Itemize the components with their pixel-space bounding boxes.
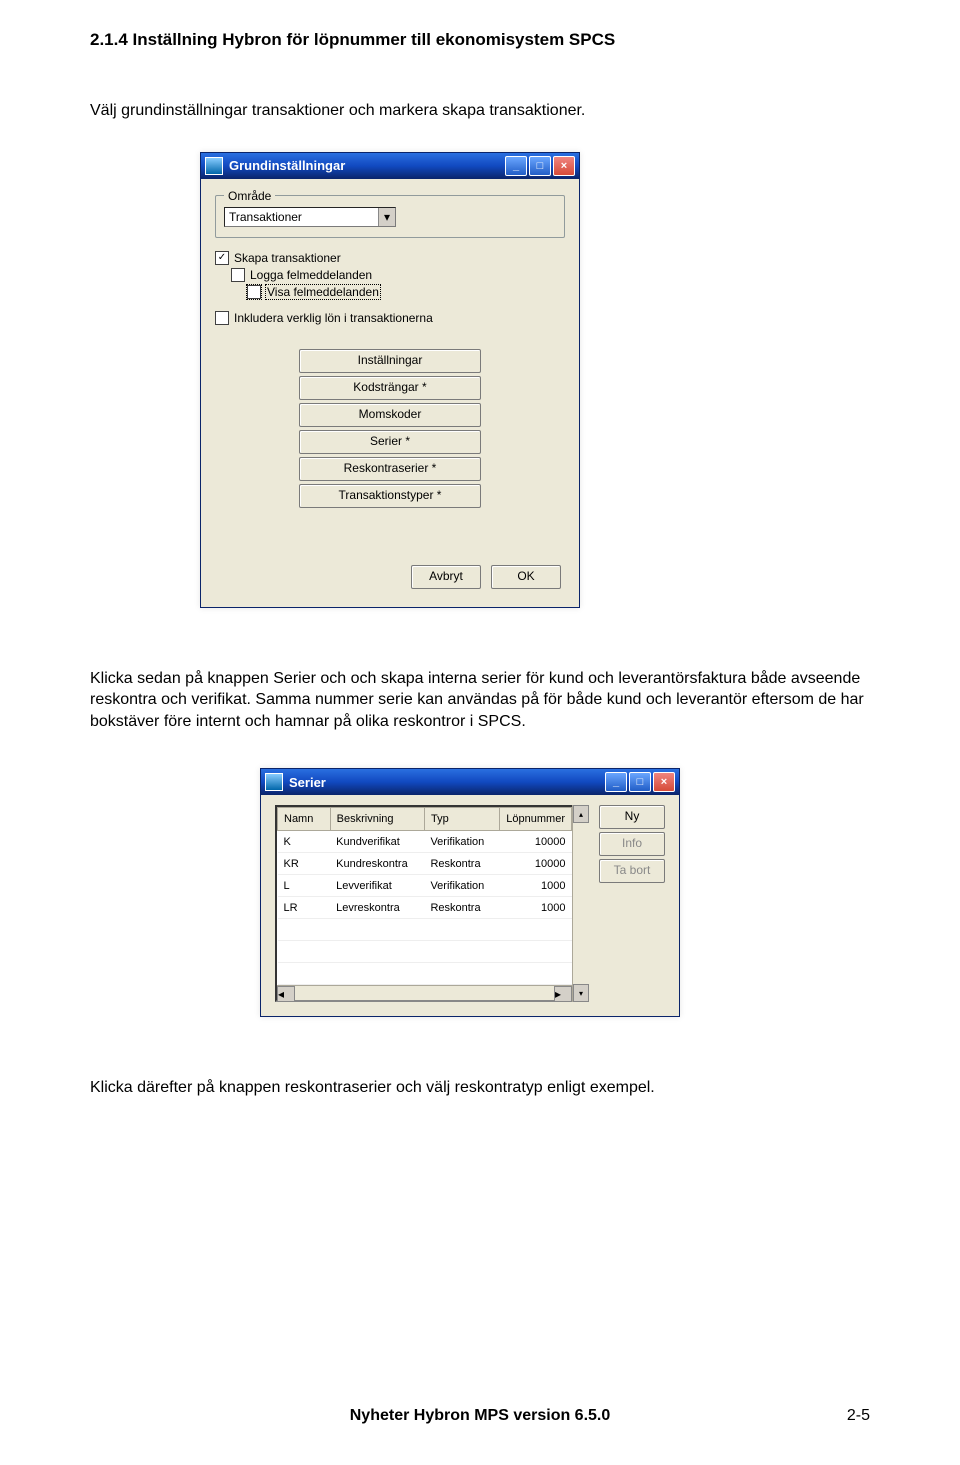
ny-button[interactable]: Ny: [599, 805, 665, 829]
table-row: [278, 919, 572, 941]
avbryt-button[interactable]: Avbryt: [411, 565, 481, 589]
footer-text: Nyheter Hybron MPS version 6.5.0: [0, 1407, 960, 1425]
chk-logga-fel[interactable]: Logga felmeddelanden: [231, 268, 565, 282]
chk-visa-fel[interactable]: Visa felmeddelanden: [247, 285, 565, 299]
button-momskoder[interactable]: Momskoder: [299, 403, 481, 427]
maximize-button[interactable]: □: [529, 156, 551, 176]
chk-label: Logga felmeddelanden: [250, 268, 372, 282]
window-title: Serier: [289, 775, 326, 790]
minimize-button[interactable]: _: [505, 156, 527, 176]
button-installningar[interactable]: Inställningar: [299, 349, 481, 373]
button-kodstrangar[interactable]: Kodsträngar *: [299, 376, 481, 400]
area-group: Område Transaktioner ▾: [215, 189, 565, 238]
grundinst-window: Grundinställningar _ □ × Område Transakt…: [200, 152, 580, 608]
table-row[interactable]: K Kundverifikat Verifikation 10000: [278, 831, 572, 853]
section-title: 2.1.4 Inställning Hybron för löpnummer t…: [90, 30, 870, 50]
checkbox-icon[interactable]: [215, 251, 229, 265]
body-para-1: Välj grundinställningar transaktioner oc…: [90, 100, 870, 122]
body-para-2: Klicka sedan på knappen Serier och och s…: [90, 668, 870, 733]
chk-label: Skapa transaktioner: [234, 251, 341, 265]
minimize-button[interactable]: _: [605, 772, 627, 792]
body-para-3: Klicka därefter på knappen reskontraseri…: [90, 1077, 870, 1099]
area-combo[interactable]: Transaktioner ▾: [224, 207, 396, 227]
table-row[interactable]: LR Levreskontra Reskontra 1000: [278, 897, 572, 919]
button-transaktionstyper[interactable]: Transaktionstyper *: [299, 484, 481, 508]
scroll-right-icon[interactable]: ▸: [554, 986, 572, 1002]
info-button[interactable]: Info: [599, 832, 665, 856]
checkbox-icon[interactable]: [231, 268, 245, 282]
scroll-track[interactable]: [295, 986, 554, 1000]
tabort-button[interactable]: Ta bort: [599, 859, 665, 883]
button-reskontraserier[interactable]: Reskontraserier *: [299, 457, 481, 481]
ok-button[interactable]: OK: [491, 565, 561, 589]
scroll-left-icon[interactable]: ◂: [277, 986, 295, 1002]
chk-label: Inkludera verklig lön i transaktionerna: [234, 311, 433, 325]
table-header-row[interactable]: Namn Beskrivning Typ Löpnummer: [278, 808, 572, 831]
titlebar[interactable]: Serier _ □ ×: [261, 769, 679, 795]
column-header[interactable]: Typ: [424, 808, 499, 831]
table-row[interactable]: KR Kundreskontra Reskontra 10000: [278, 853, 572, 875]
titlebar[interactable]: Grundinställningar _ □ ×: [201, 153, 579, 179]
chk-inkludera-lon[interactable]: Inkludera verklig lön i transaktionerna: [215, 311, 565, 325]
checkbox-icon[interactable]: [215, 311, 229, 325]
serier-window: Serier _ □ × Namn Beskrivning Typ: [260, 768, 680, 1017]
scroll-up-icon[interactable]: ▴: [573, 805, 589, 823]
column-header[interactable]: Löpnummer: [500, 808, 572, 831]
table-row[interactable]: L Levverifikat Verifikation 1000: [278, 875, 572, 897]
serier-table[interactable]: Namn Beskrivning Typ Löpnummer K Kundver…: [277, 807, 572, 985]
window-title: Grundinställningar: [229, 158, 345, 173]
chk-skapa-transaktioner[interactable]: Skapa transaktioner: [215, 251, 565, 265]
table-row: [278, 963, 572, 985]
close-button[interactable]: ×: [653, 772, 675, 792]
app-icon: [265, 773, 283, 791]
app-icon: [205, 157, 223, 175]
chevron-down-icon[interactable]: ▾: [378, 208, 395, 226]
table-row: [278, 941, 572, 963]
column-header[interactable]: Beskrivning: [330, 808, 424, 831]
column-header[interactable]: Namn: [278, 808, 331, 831]
page-number: 2-5: [847, 1407, 870, 1425]
area-legend: Område: [224, 189, 275, 203]
hscrollbar[interactable]: ◂ ▸: [277, 985, 572, 1000]
scroll-down-icon[interactable]: ▾: [573, 984, 589, 1002]
close-button[interactable]: ×: [553, 156, 575, 176]
checkbox-icon[interactable]: [247, 285, 261, 299]
vscrollbar[interactable]: ▴ ▾: [572, 805, 589, 1002]
combo-value: Transaktioner: [225, 210, 378, 224]
scroll-track[interactable]: [573, 823, 589, 984]
maximize-button[interactable]: □: [629, 772, 651, 792]
button-serier[interactable]: Serier *: [299, 430, 481, 454]
chk-label: Visa felmeddelanden: [266, 285, 380, 299]
